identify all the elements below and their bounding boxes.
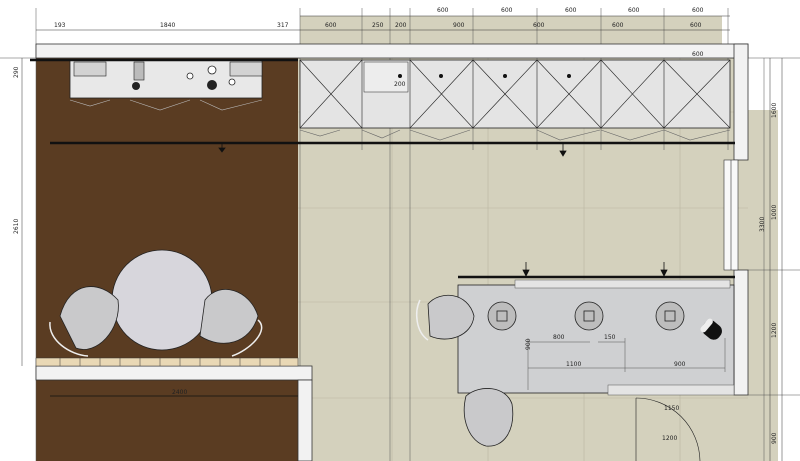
wood-floor-lower	[36, 380, 298, 461]
dim-label: 290	[13, 66, 20, 78]
dim-label: 600	[690, 22, 702, 29]
dim-label: 2400	[172, 389, 187, 396]
kitchen-floor-plan: 193 1840 317 600 250 200 900 600 600 600…	[0, 0, 800, 461]
dim-label: 600	[325, 22, 337, 29]
dim-label: 900	[453, 22, 465, 29]
dim-label: 250	[372, 22, 384, 29]
dim-label: 800	[553, 334, 565, 341]
dim-label: 2610	[13, 219, 20, 234]
dim-label: 200	[394, 81, 406, 88]
dim-label: 1200	[771, 323, 778, 338]
dim-label: 1150	[664, 405, 679, 412]
dim-label: 3300	[759, 217, 766, 232]
dim-label: 600	[692, 51, 704, 58]
dim-label: 600	[565, 7, 577, 14]
dim-label: 193	[54, 22, 66, 29]
wall-cabinets	[299, 59, 731, 141]
dim-label: 600	[533, 22, 545, 29]
dim-label: 600	[612, 22, 624, 29]
threshold-strip	[35, 357, 299, 367]
dim-label: 600	[692, 7, 704, 14]
kitchen-island	[457, 279, 735, 396]
dim-label: 600	[628, 7, 640, 14]
dim-label: 150	[604, 334, 616, 341]
tile-floor-top	[300, 16, 722, 46]
window-right	[723, 159, 739, 271]
dim-label: 200	[395, 22, 407, 29]
dim-label: 600	[437, 7, 449, 14]
dim-label: 900	[771, 432, 778, 444]
dim-label: 900	[674, 361, 686, 368]
dim-label: 900	[525, 338, 532, 350]
dim-label: 317	[277, 22, 289, 29]
dim-label: 600	[501, 7, 513, 14]
dim-label: 1840	[160, 22, 175, 29]
dim-label: 1200	[662, 435, 677, 442]
dim-label: 1600	[771, 103, 778, 118]
dim-label: 1000	[771, 205, 778, 220]
dim-label: 1100	[566, 361, 581, 368]
round-table	[111, 249, 213, 351]
